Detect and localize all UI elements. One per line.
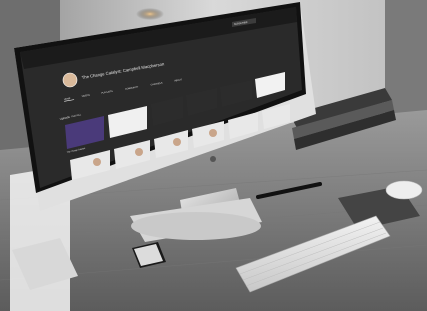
presenter-face bbox=[135, 148, 143, 156]
presenter-face bbox=[93, 158, 101, 166]
mouse bbox=[385, 180, 423, 200]
presenter-face bbox=[173, 138, 181, 146]
photo-scene: SUBSCRIBE The Change Catalyst: Campbell … bbox=[0, 0, 427, 311]
channel-avatar bbox=[62, 72, 78, 88]
banner-flare bbox=[136, 8, 164, 20]
presenter-face bbox=[209, 129, 217, 137]
apple-logo bbox=[210, 156, 216, 162]
